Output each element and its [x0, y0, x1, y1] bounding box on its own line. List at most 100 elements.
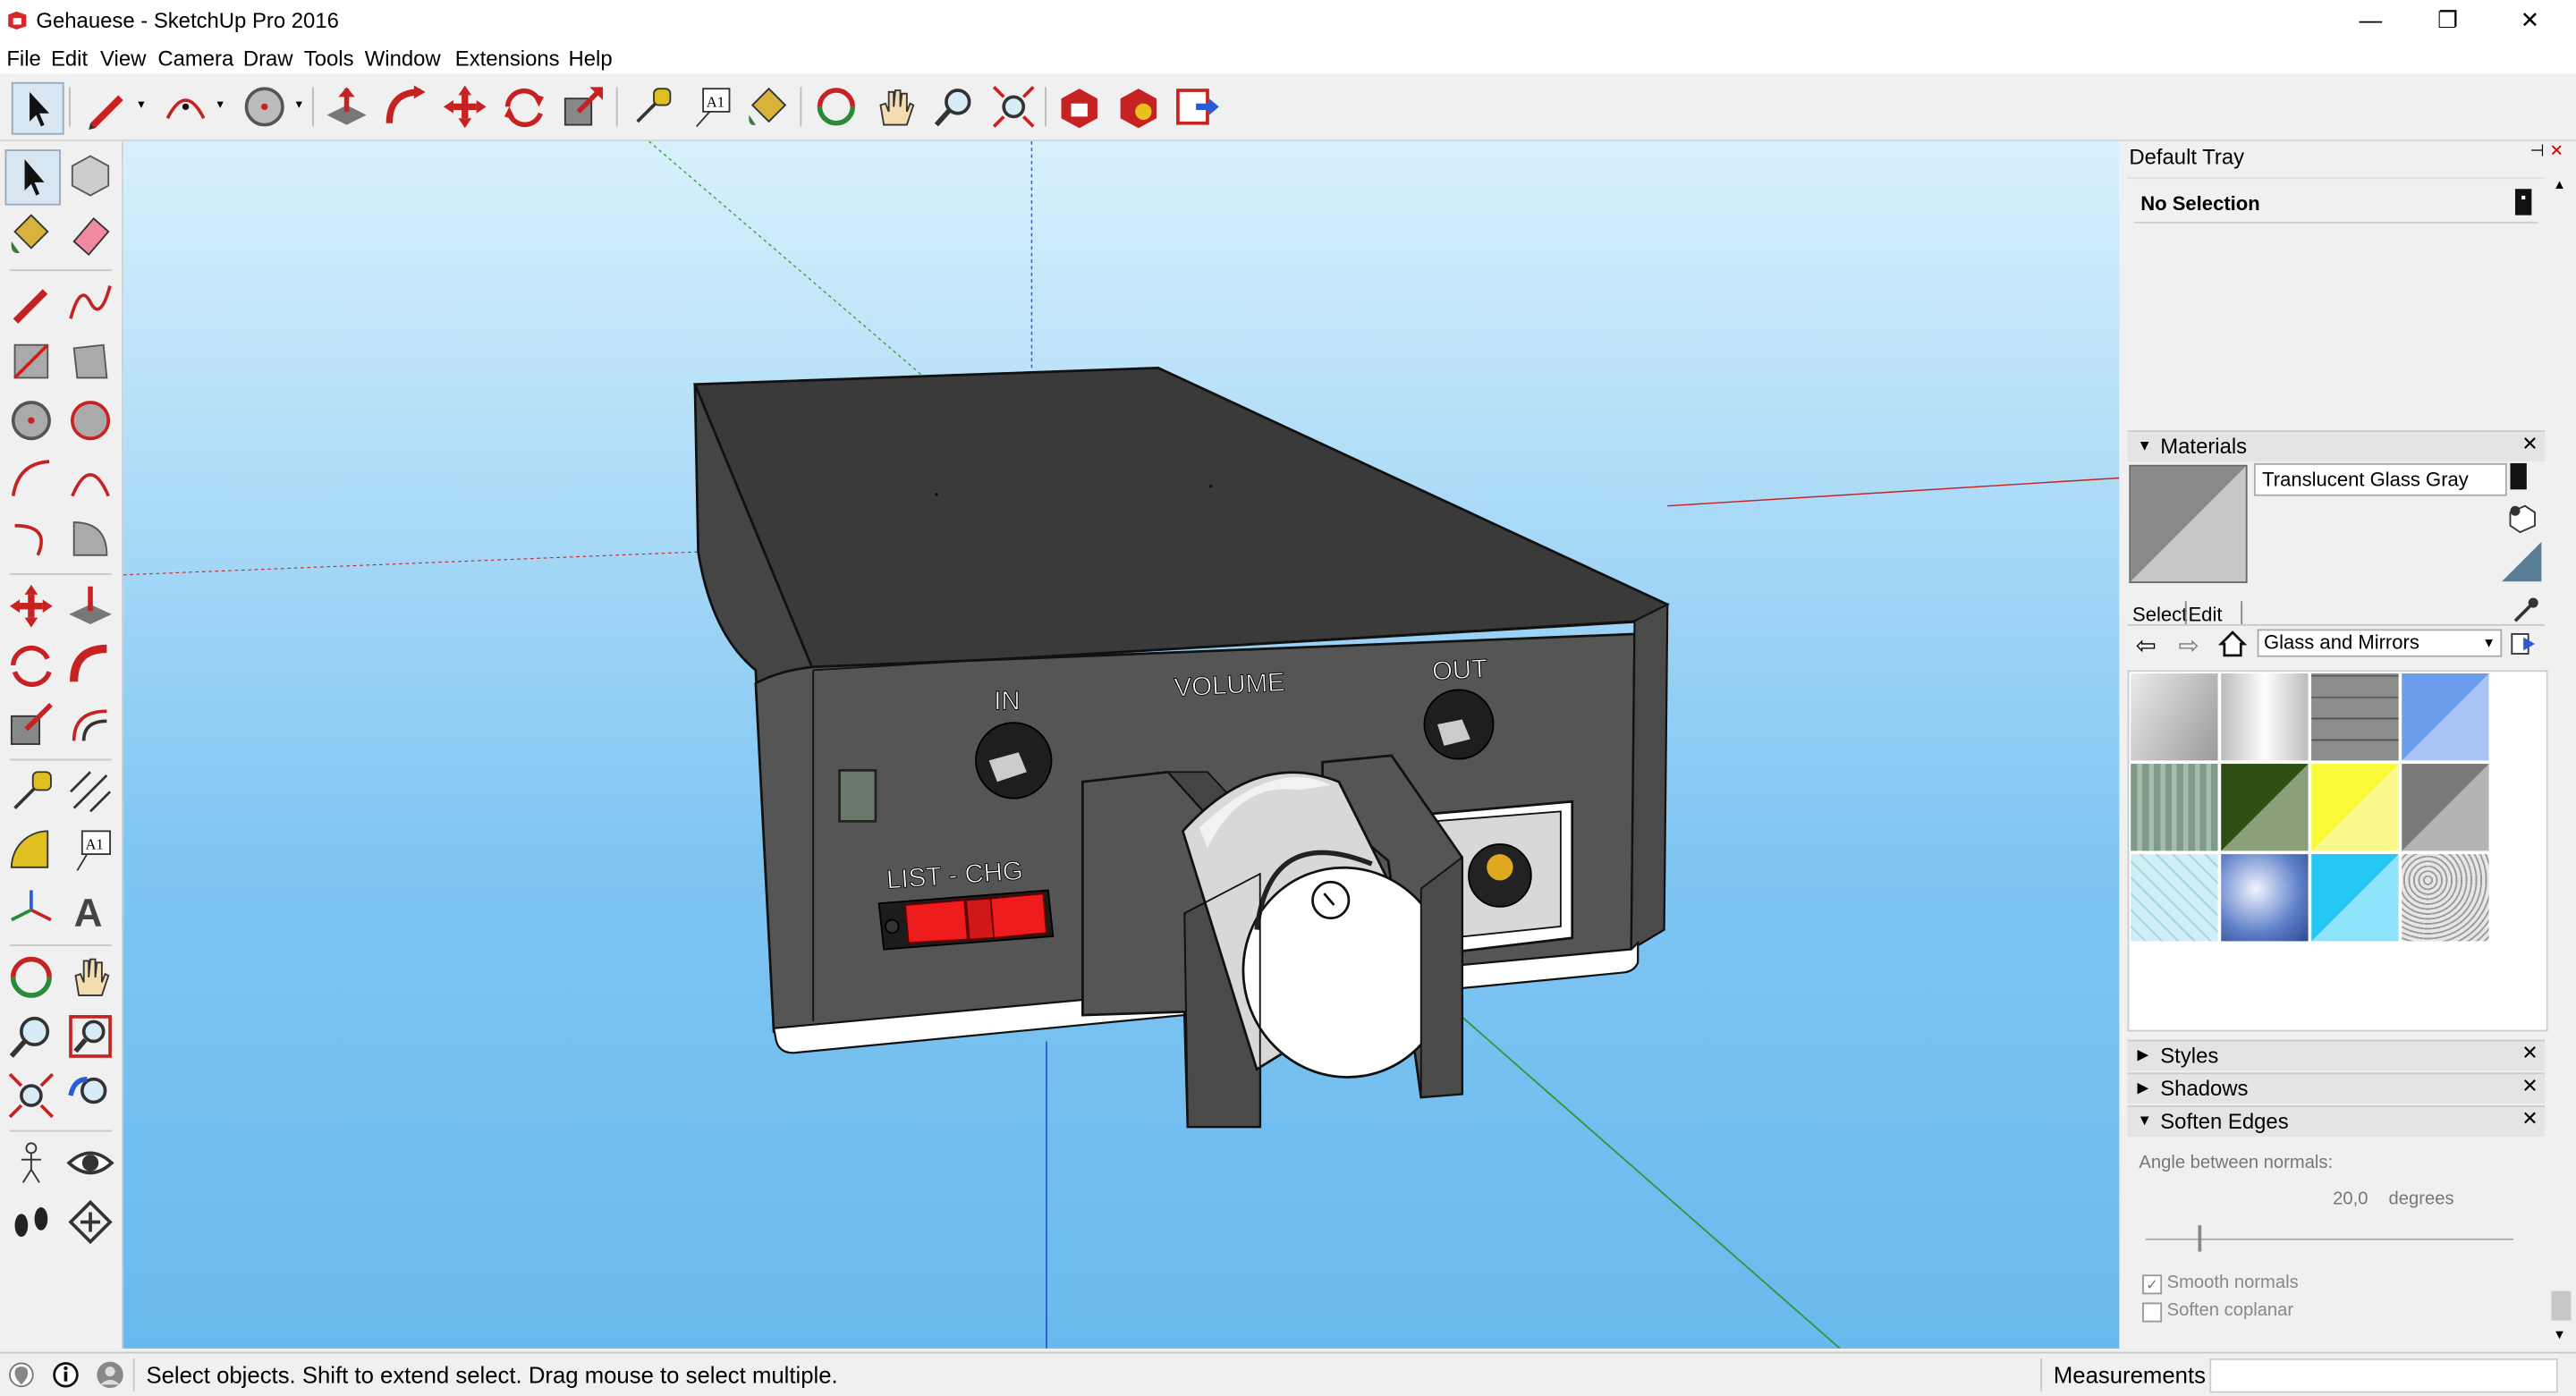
close-panel-icon[interactable]: ✕ — [2521, 432, 2538, 455]
swatch-10[interactable] — [2311, 854, 2399, 942]
extension-warehouse-button[interactable] — [1114, 82, 1163, 131]
restore-button[interactable]: ❐ — [2410, 0, 2485, 43]
position-camera-button[interactable] — [5, 1137, 58, 1189]
orbit-tool-button[interactable] — [811, 82, 860, 131]
follow-me-button[interactable] — [64, 639, 117, 691]
material-name-field[interactable]: Translucent Glass Gray — [2253, 462, 2507, 496]
move-tool-button[interactable] — [440, 82, 489, 131]
dropdown-arrow-icon[interactable]: ▾ — [216, 97, 223, 112]
pie-button[interactable] — [64, 512, 117, 565]
swatch-0[interactable] — [2131, 673, 2218, 761]
section-plane-button[interactable] — [64, 1196, 117, 1248]
pan-button[interactable] — [64, 951, 117, 1003]
dropdown-arrow-icon[interactable]: ▾ — [296, 97, 302, 112]
zoom-extents-button[interactable] — [5, 1070, 58, 1122]
offset-button[interactable] — [64, 698, 117, 751]
orbit-button[interactable] — [5, 951, 58, 1003]
text-tool-button[interactable]: A1 — [687, 82, 736, 131]
move-tool-button[interactable] — [5, 580, 58, 632]
push-pull-button[interactable] — [322, 82, 371, 131]
3d-text-button[interactable]: A — [64, 884, 117, 936]
menu-view[interactable]: View — [100, 46, 146, 71]
three-point-arc-button[interactable] — [5, 512, 58, 565]
create-material-icon[interactable] — [2505, 501, 2538, 534]
polygon-button[interactable] — [64, 394, 117, 447]
previous-view-button[interactable] — [64, 1070, 117, 1122]
soften-edges-header[interactable]: ▼ Soften Edges ✕ — [2127, 1105, 2546, 1137]
menu-window[interactable]: Window — [365, 46, 441, 71]
close-panel-icon[interactable]: ✕ — [2521, 1041, 2538, 1064]
freehand-button[interactable] — [64, 276, 117, 329]
close-button[interactable]: ✕ — [2492, 0, 2567, 43]
smooth-normals-checkbox[interactable]: ✓ — [2142, 1274, 2163, 1295]
materials-header[interactable]: ▼ Materials ✕ — [2127, 430, 2546, 462]
swatch-1[interactable] — [2221, 673, 2309, 761]
pan-tool-button[interactable] — [870, 82, 919, 131]
scroll-up-icon[interactable]: ▲ — [2553, 177, 2566, 192]
axes-button[interactable] — [5, 884, 58, 936]
select-tool-button[interactable] — [4, 149, 61, 206]
shadows-header[interactable]: ▶ Shadows ✕ — [2127, 1072, 2546, 1104]
swatch-5[interactable] — [2221, 764, 2309, 851]
close-panel-icon[interactable]: ✕ — [2521, 1107, 2538, 1130]
details-arrow-icon[interactable] — [2510, 630, 2536, 656]
rectangle-button[interactable] — [5, 335, 58, 388]
close-tray-icon[interactable]: ✕ — [2550, 143, 2563, 161]
back-arrow-icon[interactable]: ⇦ — [2136, 630, 2157, 660]
angle-slider-thumb[interactable] — [2198, 1225, 2202, 1252]
eraser-button[interactable] — [64, 208, 117, 261]
zoom-extents-button[interactable] — [989, 82, 1038, 131]
zoom-button[interactable] — [5, 1011, 58, 1063]
info-icon[interactable] — [51, 1360, 80, 1390]
swatch-9[interactable] — [2221, 854, 2309, 942]
swatch-11[interactable] — [2402, 854, 2489, 942]
minimize-button[interactable]: — — [2333, 0, 2408, 43]
send-to-layout-button[interactable] — [1173, 82, 1222, 131]
measurements-input[interactable] — [2209, 1358, 2558, 1393]
tab-select[interactable]: Select — [2132, 603, 2187, 626]
dropdown-arrow-icon[interactable]: ▾ — [138, 97, 144, 112]
make-component-button[interactable] — [64, 149, 117, 202]
tape-measure-button[interactable] — [628, 82, 677, 131]
menu-tools[interactable]: Tools — [304, 46, 354, 71]
tray-scrollbar[interactable]: ▲ ▼ — [2547, 173, 2575, 1349]
swatch-2[interactable] — [2311, 673, 2399, 761]
swatch-3[interactable] — [2402, 673, 2489, 761]
push-pull-button[interactable] — [64, 580, 117, 632]
soften-coplanar-checkbox[interactable] — [2142, 1302, 2163, 1323]
protractor-button[interactable] — [5, 825, 58, 877]
swatch-4[interactable] — [2131, 764, 2218, 851]
menu-help[interactable]: Help — [568, 46, 612, 71]
circle-button[interactable] — [5, 394, 58, 447]
expand-icon[interactable]: ▪ — [2514, 189, 2532, 216]
dimension-button[interactable] — [64, 766, 117, 818]
rotate-tool-button[interactable] — [499, 82, 548, 131]
pin-icon[interactable]: ⊣ — [2530, 143, 2545, 161]
swatch-8[interactable] — [2131, 854, 2218, 942]
text-button[interactable]: A1 — [64, 825, 117, 877]
close-panel-icon[interactable]: ✕ — [2521, 1074, 2538, 1097]
geo-location-icon[interactable] — [6, 1360, 36, 1390]
tape-measure-button[interactable] — [5, 766, 58, 818]
scrollbar-thumb[interactable] — [2551, 1290, 2572, 1321]
two-point-arc-button[interactable] — [64, 453, 117, 506]
styles-header[interactable]: ▶ Styles ✕ — [2127, 1039, 2546, 1071]
swatch-6[interactable] — [2311, 764, 2399, 851]
scroll-down-icon[interactable]: ▼ — [2553, 1327, 2566, 1342]
arc-tool-button[interactable] — [161, 82, 210, 131]
material-preview-swatch[interactable] — [2129, 464, 2248, 584]
rotate-button[interactable] — [5, 639, 58, 691]
collection-select[interactable]: Glass and Mirrors ▼ — [2257, 629, 2503, 657]
swatch-7[interactable] — [2402, 764, 2489, 851]
paint-bucket-button[interactable] — [742, 82, 792, 131]
home-icon[interactable] — [2217, 629, 2248, 658]
select-tool-button[interactable] — [11, 81, 64, 135]
menu-camera[interactable]: Camera — [157, 46, 233, 71]
eyedropper-icon[interactable] — [2510, 596, 2539, 626]
user-icon[interactable] — [96, 1360, 125, 1390]
menu-edit[interactable]: Edit — [51, 46, 88, 71]
line-tool-button[interactable] — [5, 276, 58, 329]
walk-button[interactable] — [5, 1196, 58, 1248]
rotated-rectangle-button[interactable] — [64, 335, 117, 388]
scale-tool-button[interactable] — [558, 82, 607, 131]
